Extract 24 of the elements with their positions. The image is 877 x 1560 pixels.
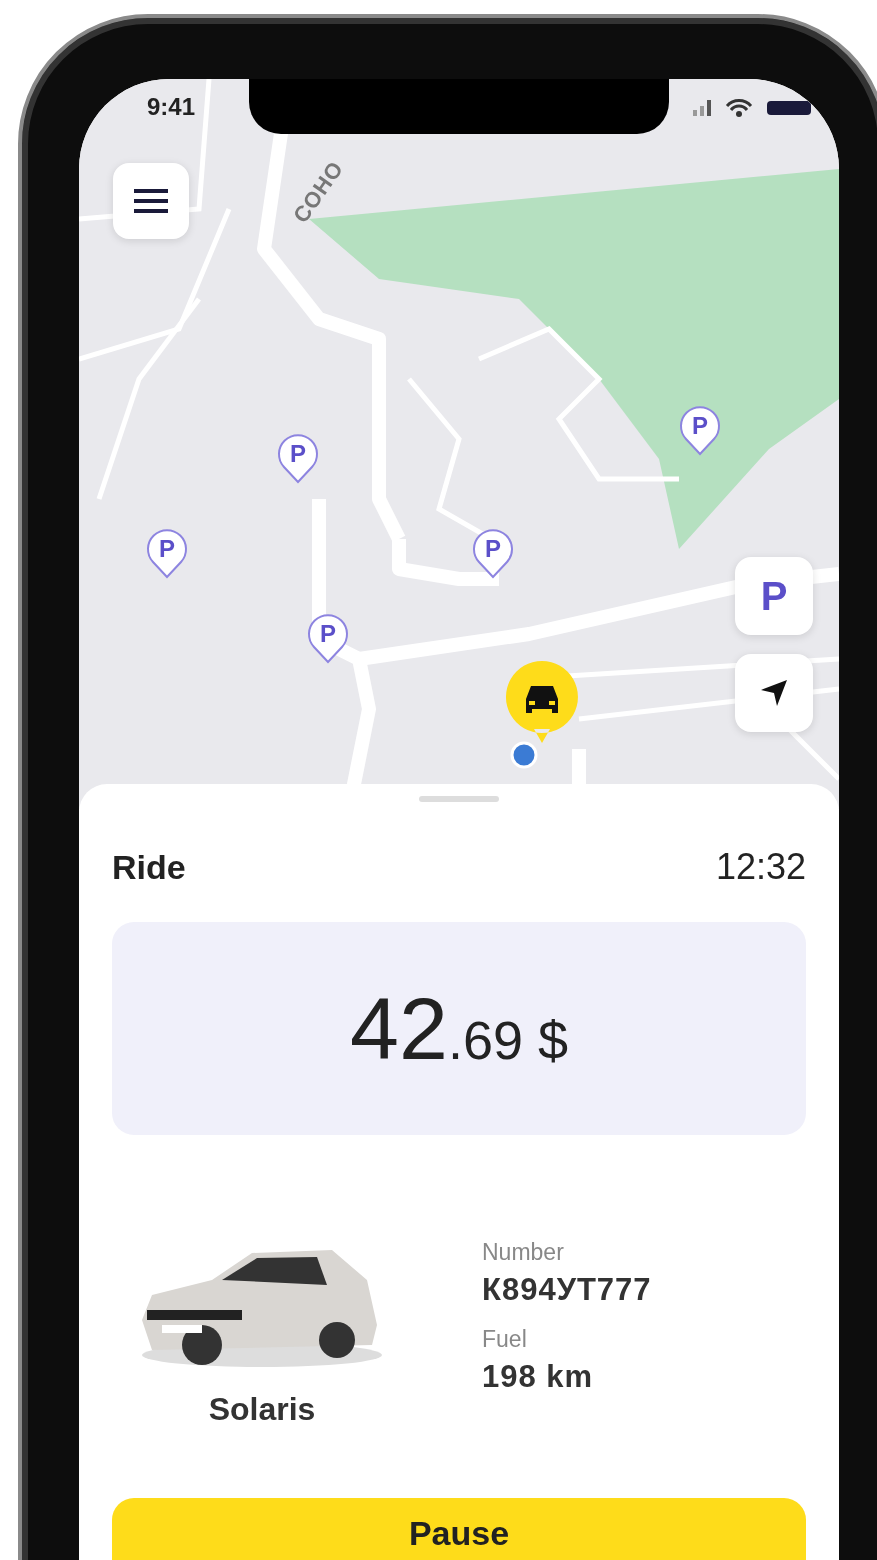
location-arrow-icon [759, 678, 789, 708]
parking-pin[interactable]: P [277, 434, 319, 484]
ride-title: Ride [112, 847, 186, 887]
car-model: Solaris [208, 1391, 316, 1428]
ride-timer: 12:32 [715, 846, 806, 888]
detail-label: Fuel [482, 1326, 528, 1353]
detail-value: 198 km [482, 1359, 595, 1395]
wifi-icon [725, 99, 753, 117]
locate-button[interactable] [735, 654, 813, 732]
parking-pin[interactable]: P [307, 614, 349, 664]
ride-price: 42.69 $ [350, 977, 568, 1080]
drag-handle[interactable] [419, 796, 499, 802]
parking-pin[interactable]: P [472, 529, 514, 579]
parking-button[interactable]: P [735, 557, 813, 635]
parking-pin[interactable]: P [679, 406, 721, 456]
signal-icon [693, 100, 711, 116]
detail-label: Number [482, 1239, 565, 1266]
menu-icon [134, 188, 168, 214]
battery-icon [767, 101, 811, 115]
parking-pin[interactable]: P [146, 529, 188, 579]
pause-button[interactable]: Pause [112, 1498, 806, 1560]
status-time: 9:41 [147, 93, 196, 121]
menu-button[interactable] [113, 163, 189, 239]
detail-value: К894УТ777 [482, 1272, 652, 1308]
